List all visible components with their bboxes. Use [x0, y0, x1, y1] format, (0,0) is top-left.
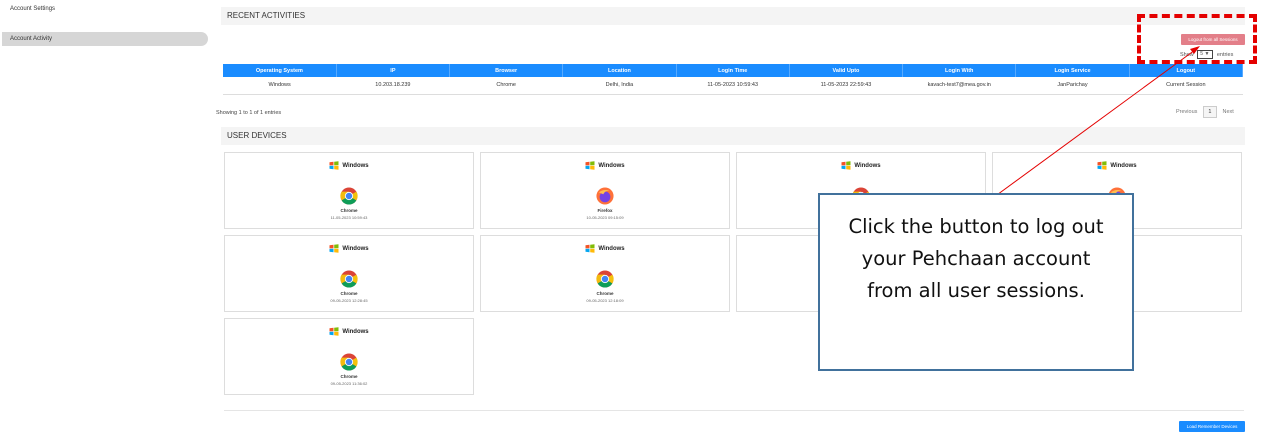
device-os: Windows [225, 161, 473, 170]
device-os-label: Windows [342, 329, 369, 336]
device-last-login: 09-05-2023 12:28:45 [330, 298, 368, 303]
device-os: Windows [481, 161, 729, 170]
table-cell: Chrome [449, 77, 563, 95]
column-header: Logout [1129, 64, 1244, 77]
column-header: IP [336, 64, 451, 77]
windows-logo-icon [585, 161, 595, 170]
device-last-login: 10-05-2023 09:15:09 [586, 215, 624, 220]
column-header: Location [562, 64, 677, 77]
windows-logo-icon [329, 161, 339, 170]
table-cell: 10.203.18.239 [336, 77, 450, 95]
table-cell: Delhi, India [562, 77, 677, 95]
firefox-icon [596, 187, 614, 205]
device-os-label: Windows [598, 163, 625, 170]
windows-logo-icon [585, 244, 595, 253]
column-header: Operating System [223, 64, 337, 77]
previous-button[interactable]: Previous [1176, 109, 1197, 115]
device-os-label: Windows [342, 163, 369, 170]
device-browser: Chrome [340, 208, 358, 213]
device-last-login: 09-05-2023 11:36:02 [330, 381, 368, 386]
next-button[interactable]: Next [1222, 109, 1233, 115]
device-browser: Chrome [596, 291, 614, 296]
column-header: Login Time [676, 64, 790, 77]
device-last-login: 11-05-2023 10:59:43 [330, 215, 368, 220]
table-row: Windows 10.203.18.239 Chrome Delhi, India 11… [223, 77, 1243, 95]
device-os-label: Windows [854, 163, 881, 170]
device-browser: Chrome [340, 374, 358, 379]
device-os: Windows [737, 161, 985, 170]
divider [224, 410, 1244, 411]
column-header: Login With [902, 64, 1017, 77]
sidebar: Account Settings Account Activity [0, 0, 210, 440]
table-header-row: Operating System IP Browser Location Login T… [223, 64, 1244, 77]
table-info: Showing 1 to 1 of 1 entries [216, 110, 282, 116]
windows-logo-icon [329, 244, 339, 253]
table-cell: JanParichay [1015, 77, 1130, 95]
device-os: Windows [993, 161, 1241, 170]
user-devices-header: USER DEVICES [221, 127, 1245, 145]
column-header: Browser [449, 64, 564, 77]
device-os-label: Windows [598, 246, 625, 253]
windows-logo-icon [841, 161, 851, 170]
device-card: Windows Chrome 11-05-2023 10:59:43 [224, 152, 474, 229]
device-card: Windows Chrome 09-05-2023 12:28:45 [224, 235, 474, 312]
device-os-label: Windows [342, 246, 369, 253]
load-remember-devices-button[interactable]: Load Remember Devices [1179, 421, 1245, 432]
chrome-icon [340, 353, 358, 371]
column-header: Login Service [1015, 64, 1130, 77]
device-browser: Firefox [597, 208, 613, 213]
highlight-box [1137, 14, 1257, 64]
table-cell: Windows [223, 77, 337, 95]
windows-logo-icon [329, 327, 339, 336]
chrome-icon [340, 187, 358, 205]
device-os: Windows [481, 244, 729, 253]
device-last-login: 09-05-2023 12:18:09 [586, 298, 624, 303]
device-card: Windows Firefox 10-05-2023 09:15:09 [480, 152, 730, 229]
chrome-icon [596, 270, 614, 288]
device-os: Windows [225, 327, 473, 336]
windows-logo-icon [1097, 161, 1107, 170]
table-cell: 11-05-2023 22:59:43 [789, 77, 903, 95]
pagination: Previous 1 Next [1176, 106, 1234, 118]
device-card: Windows Chrome 09-05-2023 12:18:09 [480, 235, 730, 312]
sidebar-item-account-activity[interactable]: Account Activity [2, 32, 208, 46]
annotation-callout: Click the button to log out your Pehchaa… [818, 193, 1134, 371]
device-card: Windows Chrome 09-05-2023 11:36:02 [224, 318, 474, 395]
sidebar-item-account-settings[interactable]: Account Settings [2, 2, 208, 16]
table-cell: kavach-test7@mea.gov.in [902, 77, 1016, 95]
page-1-button[interactable]: 1 [1202, 106, 1217, 118]
table-cell: 11-05-2023 10:59:43 [676, 77, 790, 95]
table-cell: Current Session [1129, 77, 1243, 95]
sessions-table: Operating System IP Browser Location Login T… [223, 64, 1244, 95]
chrome-icon [340, 270, 358, 288]
recent-activities-header: RECENT ACTIVITIES [221, 7, 1245, 25]
column-header: Valid Upto [789, 64, 904, 77]
device-os-label: Windows [1110, 163, 1137, 170]
device-browser: Chrome [340, 291, 358, 296]
device-os: Windows [225, 244, 473, 253]
